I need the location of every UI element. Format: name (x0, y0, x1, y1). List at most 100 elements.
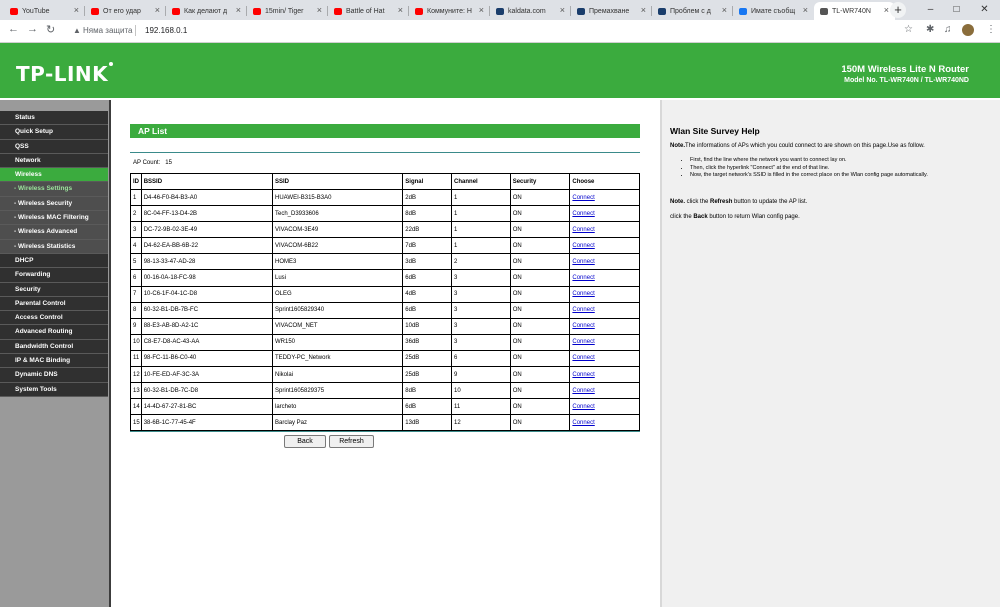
sidebar-item-wireless-statistics[interactable]: - Wireless Statistics (0, 239, 108, 254)
connect-link[interactable]: Connect (572, 420, 594, 426)
close-tab-icon[interactable]: × (317, 5, 322, 15)
sidebar-item-wireless[interactable]: Wireless (0, 168, 108, 183)
browser-tab-bar: YouTube × От его удар × Как делают д × 15min/ … (0, 0, 1000, 20)
connect-link[interactable]: Connect (572, 195, 594, 201)
connect-link[interactable]: Connect (572, 388, 594, 394)
column-header: Choose (569, 173, 640, 190)
sidebar-item-qss[interactable]: QSS (0, 139, 108, 154)
tab-label: Battle of Hat (346, 7, 385, 15)
table-cell: 3dB (402, 253, 453, 271)
browser-tab[interactable]: 15min/ Tiger × (247, 2, 328, 20)
table-row: 7 10-C6-1F-04-1C-D8 OLEG 4dB 3 ON Connect (130, 285, 640, 303)
forward-arrow-icon[interactable]: → (27, 23, 38, 35)
browser-tab[interactable]: TL-WR740N × (814, 2, 895, 20)
close-tab-icon[interactable]: × (398, 5, 403, 15)
sidebar-item-parental-control[interactable]: Parental Control (0, 296, 108, 312)
column-header: SSID (271, 173, 404, 190)
table-cell: 12 (130, 366, 142, 384)
table-cell: 8 (130, 301, 142, 319)
connect-link[interactable]: Connect (572, 339, 594, 345)
close-tab-icon[interactable]: × (479, 5, 484, 15)
table-cell: 1 (451, 188, 511, 207)
table-row: 6 00-16-0A-18-FC-98 Lusi 6dB 3 ON Connect (130, 269, 640, 287)
sidebar-item-network[interactable]: Network (0, 153, 108, 169)
maximize-icon[interactable]: □ (944, 0, 969, 20)
sidebar-item-wireless-security[interactable]: - Wireless Security (0, 196, 108, 212)
connect-link[interactable]: Connect (572, 307, 594, 313)
connect-link[interactable]: Connect (572, 243, 594, 249)
table-cell: ON (509, 398, 571, 416)
url-divider (135, 25, 136, 36)
close-tab-icon[interactable]: × (722, 5, 727, 15)
browser-tab[interactable]: Battle of Hat × (328, 2, 409, 20)
connect-link[interactable]: Connect (572, 275, 594, 281)
warning-icon[interactable]: ▲ (73, 26, 81, 35)
url-input[interactable]: 192.168.0.1 (145, 26, 187, 35)
connect-link[interactable]: Connect (572, 227, 594, 233)
star-icon[interactable]: ☆ (904, 24, 913, 35)
browser-tab[interactable]: Как делают д × (166, 2, 247, 20)
browser-tab[interactable]: Имате съобщ × (733, 2, 814, 20)
sidebar-item-quick-setup[interactable]: Quick Setup (0, 125, 108, 140)
browser-tab[interactable]: От его удар × (85, 2, 166, 20)
sidebar-item-wireless-advanced[interactable]: - Wireless Advanced (0, 225, 108, 240)
connect-link[interactable]: Connect (572, 323, 594, 329)
close-tab-icon[interactable]: × (74, 5, 79, 15)
connect-link[interactable]: Connect (572, 404, 594, 410)
connect-link[interactable]: Connect (572, 211, 594, 217)
browser-tab[interactable]: Премахване × (571, 2, 652, 20)
menu-icon[interactable]: ⋮ (986, 24, 996, 35)
table-row: 12 10-FE-ED-AF-3C-3A Nikolai 25dB 9 ON Connect (130, 366, 640, 384)
sidebar-item-wireless-mac-filtering[interactable]: - Wireless MAC Filtering (0, 211, 108, 226)
sidebar-item-dynamic-dns[interactable]: Dynamic DNS (0, 368, 108, 383)
sidebar-item-dhcp[interactable]: DHCP (0, 253, 108, 269)
close-tab-icon[interactable]: × (641, 5, 646, 15)
browser-tab[interactable]: kaldata.com × (490, 2, 571, 20)
connect-link[interactable]: Connect (572, 355, 594, 361)
sidebar-item-ip-mac-binding[interactable]: IP & MAC Binding (0, 354, 108, 369)
back-arrow-icon[interactable]: ← (8, 23, 19, 35)
sidebar-item-access-control[interactable]: Access Control (0, 311, 108, 326)
table-cell: 13dB (402, 414, 453, 432)
browser-tab[interactable]: Коммуните: Н × (409, 2, 490, 20)
back-button[interactable]: Back (284, 435, 326, 448)
close-tab-icon[interactable]: × (884, 5, 889, 15)
close-tab-icon[interactable]: × (560, 5, 565, 15)
table-cell: Connect (569, 398, 640, 416)
sidebar-item-bandwidth-control[interactable]: Bandwidth Control (0, 339, 108, 355)
table-cell: 4dB (402, 285, 453, 303)
browser-tab[interactable]: YouTube × (4, 2, 85, 20)
close-tab-icon[interactable]: × (236, 5, 241, 15)
refresh-button[interactable]: Refresh (329, 435, 374, 448)
close-tab-icon[interactable]: × (155, 5, 160, 15)
sidebar-item-forwarding[interactable]: Forwarding (0, 268, 108, 283)
sidebar-item-wireless-settings[interactable]: - Wireless Settings (0, 182, 108, 197)
table-cell: 10dB (402, 317, 453, 335)
table-cell: Connect (569, 237, 640, 255)
browser-tab[interactable]: Проблем с д × (652, 2, 733, 20)
connect-link[interactable]: Connect (572, 291, 594, 297)
sidebar-item-status[interactable]: Status (0, 111, 108, 126)
table-cell: 9 (451, 366, 511, 384)
table-cell: Connect (569, 349, 640, 368)
sidebar-item-security[interactable]: Security (0, 282, 108, 297)
connect-link[interactable]: Connect (572, 372, 594, 378)
avatar[interactable] (962, 24, 974, 36)
close-tab-icon[interactable]: × (803, 5, 808, 15)
media-icon[interactable]: ♫ (944, 24, 952, 35)
column-header: Signal (402, 173, 453, 190)
new-tab-button[interactable]: + (890, 2, 906, 18)
page-title: AP List (130, 124, 640, 138)
extensions-icon[interactable]: ✱ (926, 24, 934, 35)
sidebar-item-advanced-routing[interactable]: Advanced Routing (0, 325, 108, 340)
minimize-icon[interactable]: – (918, 0, 943, 20)
table-cell: 8dB (402, 382, 453, 400)
security-label[interactable]: Няма защита (83, 26, 132, 35)
table-cell: Connect (569, 317, 640, 335)
table-cell: 11 (130, 349, 142, 368)
connect-link[interactable]: Connect (572, 259, 594, 265)
sidebar-item-system-tools[interactable]: System Tools (0, 382, 108, 397)
close-window-icon[interactable]: ✕ (972, 0, 997, 20)
reload-icon[interactable]: ↻ (46, 23, 55, 36)
table-cell: 8C-04-FF-13-D4-2B (140, 205, 273, 223)
